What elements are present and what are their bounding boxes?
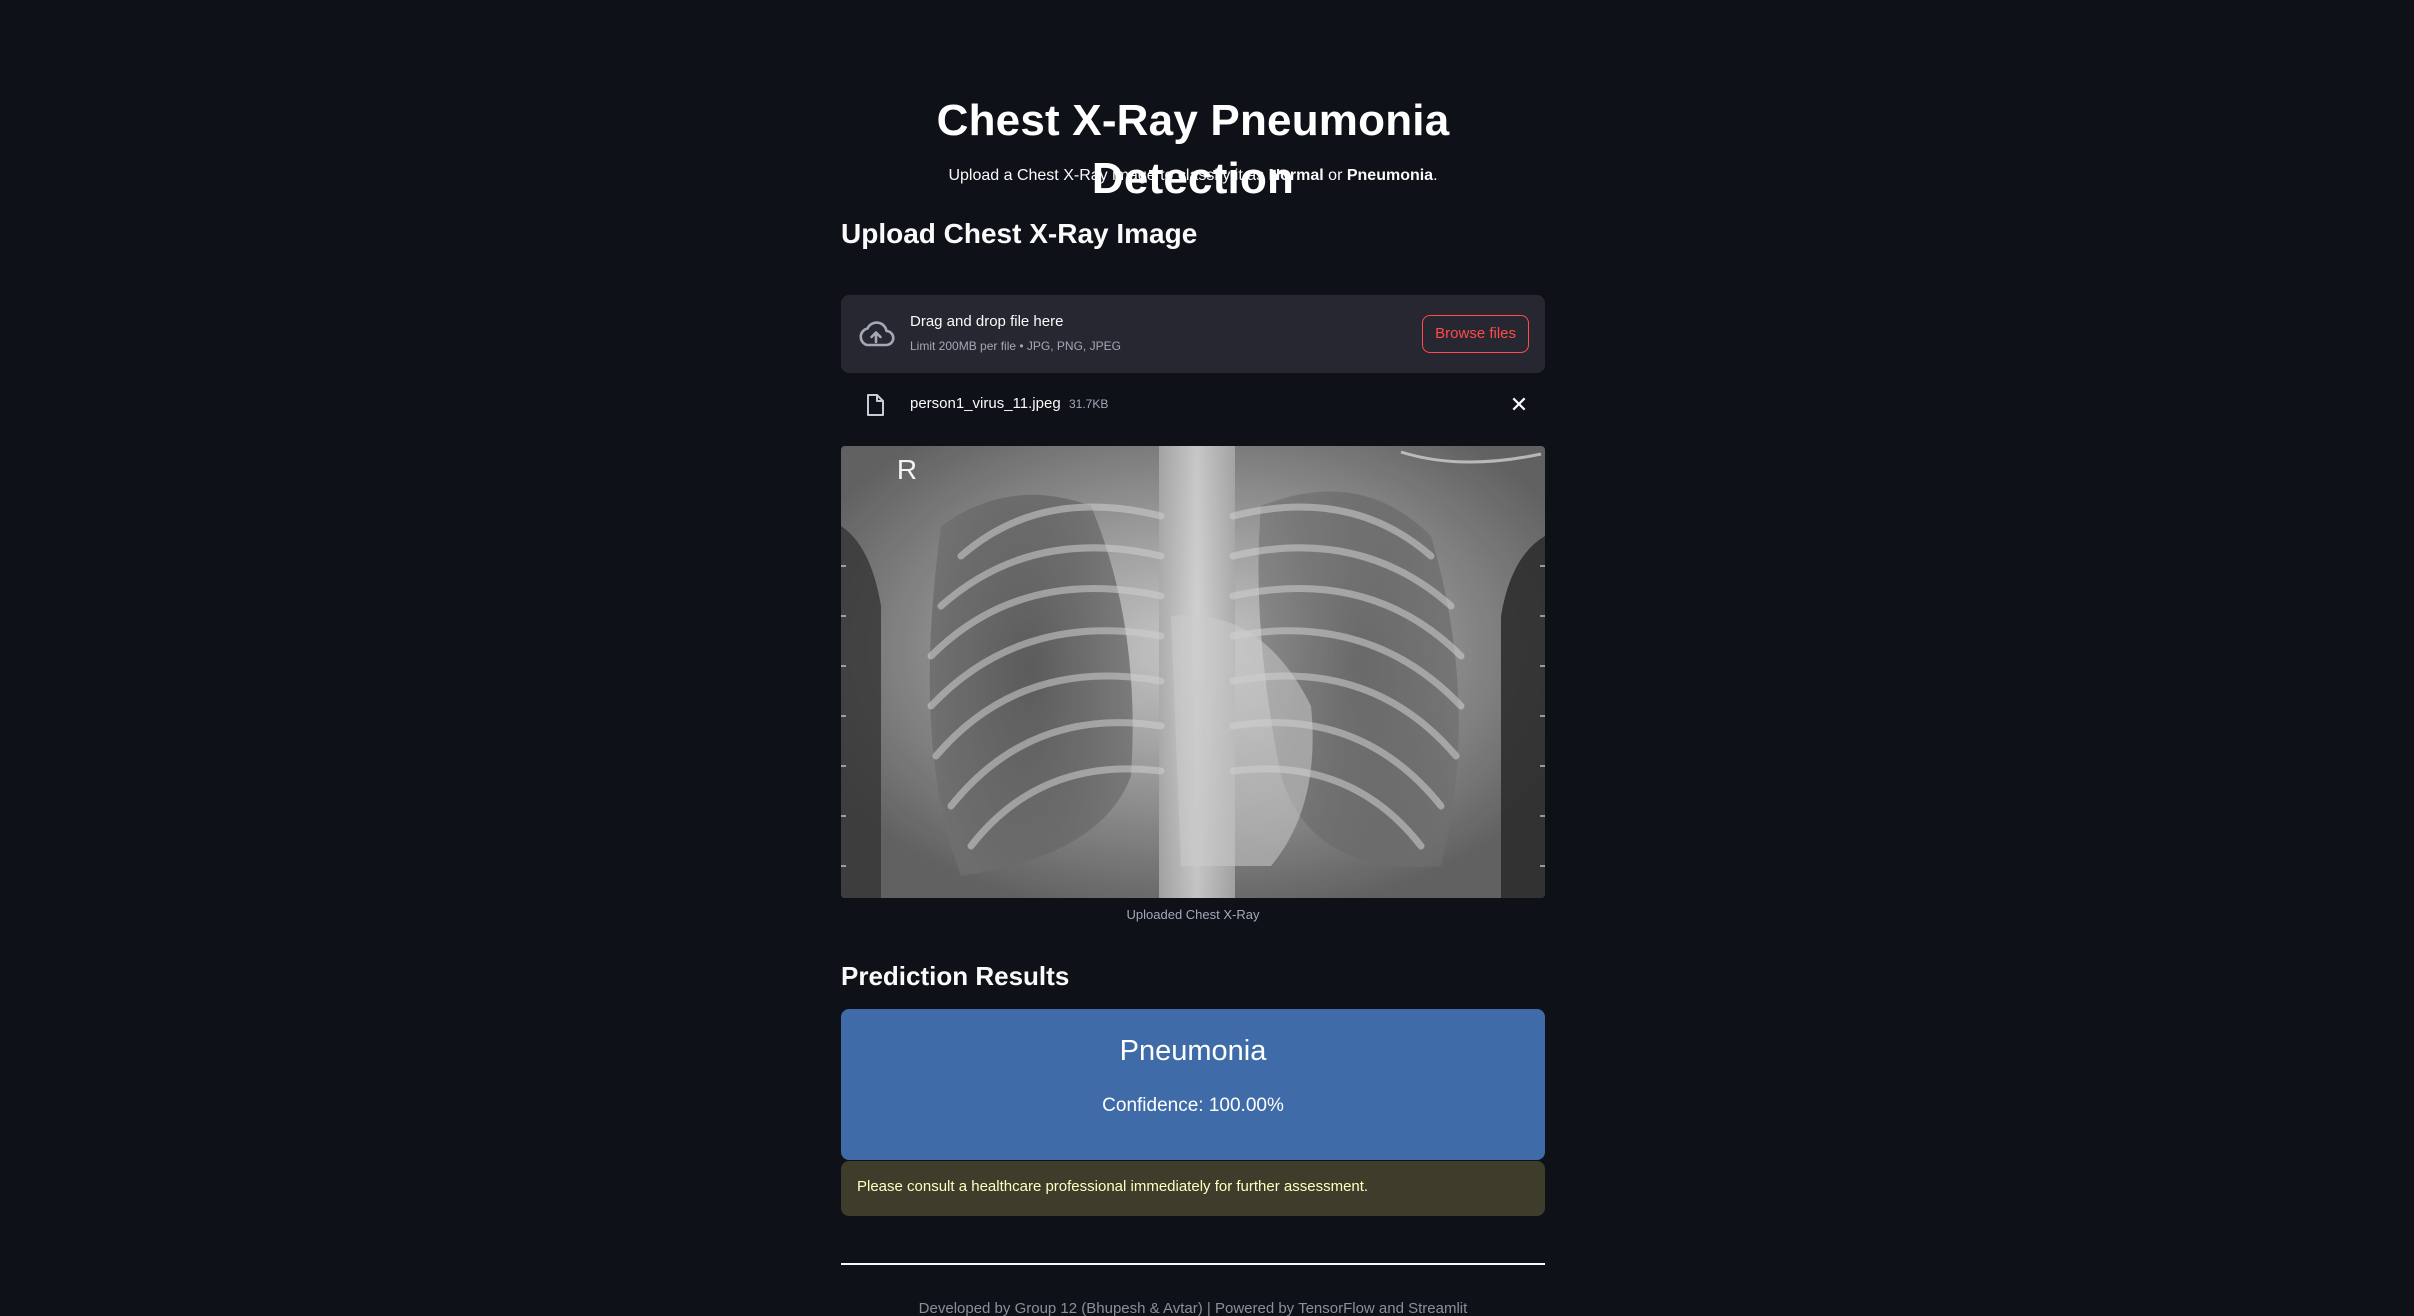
page-title: Chest X-Ray Pneumonia Detection	[936, 96, 1450, 203]
remove-file-icon[interactable]: ✕	[1509, 394, 1529, 416]
dropzone-title: Drag and drop file here	[910, 313, 1064, 330]
uploaded-file-name: person1_virus_11.jpeg	[910, 395, 1061, 412]
upload-heading: Upload Chest X-Ray Image	[841, 218, 1198, 249]
uploaded-file-row: person1_virus_11.jpeg 31.7KB ✕	[841, 385, 1545, 425]
uploaded-file-size: 31.7KB	[1069, 397, 1109, 411]
file-dropzone[interactable]: Drag and drop file here Limit 200MB per …	[841, 295, 1545, 373]
subtitle-suffix: .	[1433, 167, 1438, 184]
uploaded-xray-image: R	[841, 446, 1545, 898]
subtitle-normal: Normal	[1268, 167, 1324, 184]
footer-divider	[841, 1263, 1545, 1265]
xray-graphic: R	[841, 446, 1545, 898]
image-caption: Uploaded Chest X-Ray	[1126, 907, 1260, 922]
prediction-label: Pneumonia	[1119, 1035, 1267, 1067]
file-icon	[867, 394, 884, 416]
subtitle-or: or	[1323, 167, 1347, 184]
xray-marker-label: R	[897, 454, 917, 485]
browse-files-button[interactable]: Browse files	[1422, 315, 1529, 353]
warning-text: Please consult a healthcare professional…	[857, 1178, 1369, 1195]
subtitle-pneumonia: Pneumonia	[1346, 167, 1434, 184]
prediction-result-box: Pneumonia Confidence: 100.00%	[841, 1009, 1545, 1160]
app-page: Chest X-Ray Pneumonia Detection Upload a…	[0, 0, 2414, 1316]
footer-text: Developed by Group 12 (Bhupesh & Avtar) …	[918, 1300, 1468, 1316]
warning-alert: Please consult a healthcare professional…	[841, 1161, 1545, 1216]
cloud-upload-icon	[859, 321, 895, 347]
page-subtitle: Upload a Chest X-Ray image to classify i…	[841, 164, 1545, 188]
dropzone-limit: Limit 200MB per file • JPG, PNG, JPEG	[910, 339, 1121, 353]
prediction-confidence: Confidence: 100.00%	[1102, 1095, 1284, 1116]
subtitle-prefix: Upload a Chest X-Ray image to classify i…	[948, 167, 1269, 184]
prediction-heading: Prediction Results	[841, 961, 1070, 991]
